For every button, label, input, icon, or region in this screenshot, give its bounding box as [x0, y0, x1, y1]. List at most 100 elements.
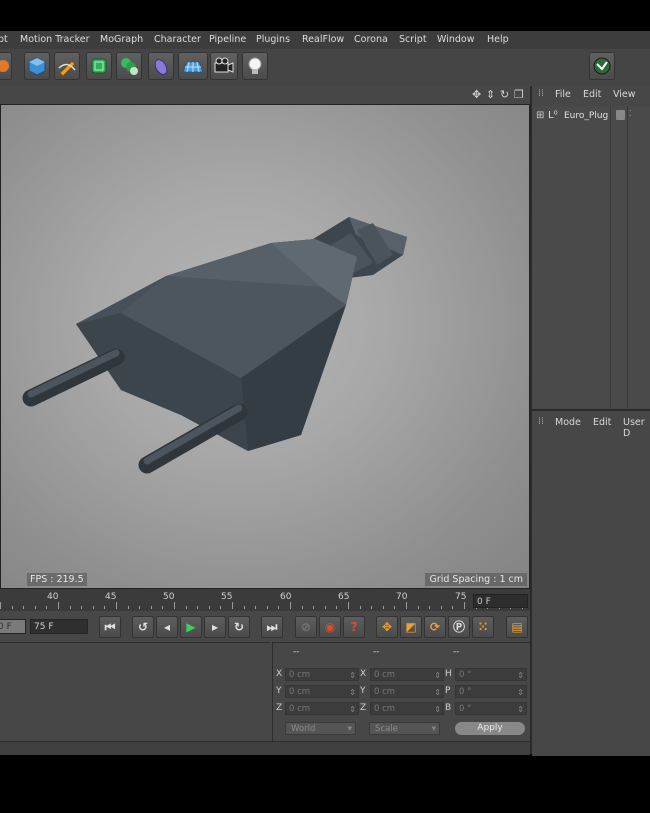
attribute-menu-edit[interactable]: Edit [593, 417, 611, 428]
size-header: -- [373, 647, 380, 657]
size-mode-select[interactable]: Scale ▾ [369, 722, 440, 735]
light-button[interactable] [242, 52, 268, 80]
expand-icon[interactable]: ⊞ [536, 110, 544, 121]
tick-mark [394, 606, 396, 609]
pen-icon [58, 60, 76, 76]
prev-key-button[interactable]: ↺ [132, 616, 154, 638]
rotate-key-icon: ⟳ [429, 620, 441, 634]
object-menu-edit[interactable]: Edit [583, 89, 601, 100]
keyframe-help-button[interactable]: ? [343, 616, 365, 638]
menu-item-plugins[interactable]: Plugins [256, 34, 290, 45]
spinner-icon[interactable]: ⇕ [517, 703, 524, 716]
spinner-icon[interactable]: ⇕ [349, 703, 356, 716]
menu-item-script[interactable]: Script [399, 34, 427, 45]
camera-button[interactable] [210, 52, 238, 80]
menu-item-script-partial[interactable]: pt [0, 34, 8, 45]
layer-icon[interactable] [616, 110, 625, 120]
menu-item-realflow[interactable]: RealFlow [302, 34, 344, 45]
tick-label: 45 [105, 592, 117, 602]
object-manager: ⁞⁞ File Edit View ⊞ L⁰ Euro_Plug ⁚ [532, 86, 650, 408]
rot-b-field[interactable]: 0 ° ⇕ [455, 702, 527, 715]
size-y-field[interactable]: 0 cm ⇕ [370, 685, 444, 698]
rot-p-field[interactable]: 0 ° ⇕ [455, 685, 527, 698]
null-object-icon: L⁰ [548, 110, 558, 121]
array-icon [121, 58, 138, 75]
key-parameter-button[interactable]: Ⓟ [448, 616, 470, 638]
attribute-menu-mode[interactable]: Mode [555, 417, 581, 428]
autokey-button[interactable]: ◉ [319, 616, 341, 638]
object-menu-file[interactable]: File [555, 89, 571, 100]
record-disabled-button[interactable]: ⊘ [295, 616, 317, 638]
attribute-menu-user-data[interactable]: User D [623, 417, 650, 439]
perspective-viewport[interactable]: FPS : 219.5 Grid Spacing : 1 cm [0, 104, 530, 589]
size-z-field[interactable]: 0 cm ⇕ [370, 702, 444, 715]
size-x-field[interactable]: 0 cm ⇕ [370, 668, 444, 681]
object-name[interactable]: Euro_Plug [564, 111, 608, 121]
panel-grip-icon[interactable]: ⁞⁞ [538, 416, 544, 427]
cinema4d-window: pt Motion Tracker MoGraph Character Pipe… [0, 31, 650, 756]
attribute-manager: ⁞⁞ Mode Edit User D [532, 409, 650, 756]
spinner-icon[interactable]: ⇕ [517, 686, 524, 699]
menu-item-mograph[interactable]: MoGraph [100, 34, 143, 45]
panel-grip-icon[interactable]: ⁞⁞ [538, 88, 544, 99]
start-frame-field[interactable]: 0 F [0, 619, 26, 634]
rotation-header: -- [453, 647, 460, 657]
goto-end-button[interactable]: ⏭ [261, 616, 283, 638]
rot-h-value: 0 ° [459, 670, 472, 680]
maximize-view-icon[interactable]: ❐ [514, 88, 524, 101]
cube-button[interactable] [24, 52, 50, 80]
menu-item-help[interactable]: Help [487, 34, 509, 45]
render-button[interactable] [0, 52, 12, 80]
visibility-dots-icon[interactable]: ⁚ [629, 109, 632, 118]
tick-mark [197, 606, 199, 609]
spinner-icon[interactable]: ⇕ [434, 703, 441, 716]
move-view-icon[interactable]: ✥ [472, 88, 481, 101]
column-divider [627, 106, 628, 408]
layout-button[interactable] [589, 52, 615, 80]
pos-y-field[interactable]: 0 cm ⇕ [285, 685, 359, 698]
menu-item-pipeline[interactable]: Pipeline [209, 34, 246, 45]
key-pla-button[interactable]: ⁙ [472, 616, 494, 638]
pen-button[interactable] [54, 52, 80, 80]
menu-item-motion-tracker[interactable]: Motion Tracker [20, 34, 90, 45]
subdivision-button[interactable] [86, 52, 112, 80]
tick-mark [278, 606, 280, 609]
spinner-icon[interactable]: ⇕ [517, 669, 524, 682]
goto-start-button[interactable]: ⏮ [99, 616, 121, 638]
tick-mark [81, 606, 83, 609]
spinner-icon[interactable]: ⇕ [349, 669, 356, 682]
object-row[interactable]: ⊞ L⁰ Euro_Plug ⁚ [532, 109, 650, 125]
end-frame-field[interactable]: 75 F [30, 619, 88, 634]
menu-item-corona[interactable]: Corona [354, 34, 388, 45]
spinner-icon[interactable]: ⇕ [434, 669, 441, 682]
pos-z-field[interactable]: 0 cm ⇕ [285, 702, 359, 715]
key-scale-button[interactable]: ◩ [400, 616, 422, 638]
menu-item-window[interactable]: Window [437, 34, 474, 45]
apply-button[interactable]: Apply [455, 722, 525, 735]
size-y-value: 0 cm [374, 687, 396, 697]
pos-x-field[interactable]: 0 cm ⇕ [285, 668, 359, 681]
object-menu-view[interactable]: View [613, 89, 636, 100]
spinner-icon[interactable]: ⇕ [349, 686, 356, 699]
rotate-view-icon[interactable]: ↻ [500, 88, 509, 101]
prev-frame-button[interactable]: ◂ [156, 616, 178, 638]
rot-p-value: 0 ° [459, 687, 472, 697]
next-frame-button[interactable]: ▸ [204, 616, 226, 638]
key-position-button[interactable]: ✥ [376, 616, 398, 638]
play-button[interactable]: ▶ [180, 616, 202, 638]
timeline-ruler[interactable]: 40 45 50 55 60 65 70 75 [0, 589, 530, 611]
next-key-button[interactable]: ↻ [228, 616, 250, 638]
tick-mark [336, 606, 338, 609]
rot-h-field[interactable]: 0 ° ⇕ [455, 668, 527, 681]
spinner-icon[interactable]: ⇕ [434, 686, 441, 699]
timeline-window-button[interactable]: ▤ [506, 616, 528, 638]
array-button[interactable] [116, 52, 142, 80]
zoom-view-icon[interactable]: ⇕ [486, 88, 495, 101]
key-rotation-button[interactable]: ⟳ [424, 616, 446, 638]
tick-mark [406, 602, 407, 609]
coordinate-mode-select[interactable]: World ▾ [285, 722, 356, 735]
deformer-button[interactable] [148, 52, 174, 80]
floor-button[interactable] [178, 52, 208, 80]
current-frame-field[interactable]: 0 F [473, 594, 528, 608]
menu-item-character[interactable]: Character [154, 34, 201, 45]
